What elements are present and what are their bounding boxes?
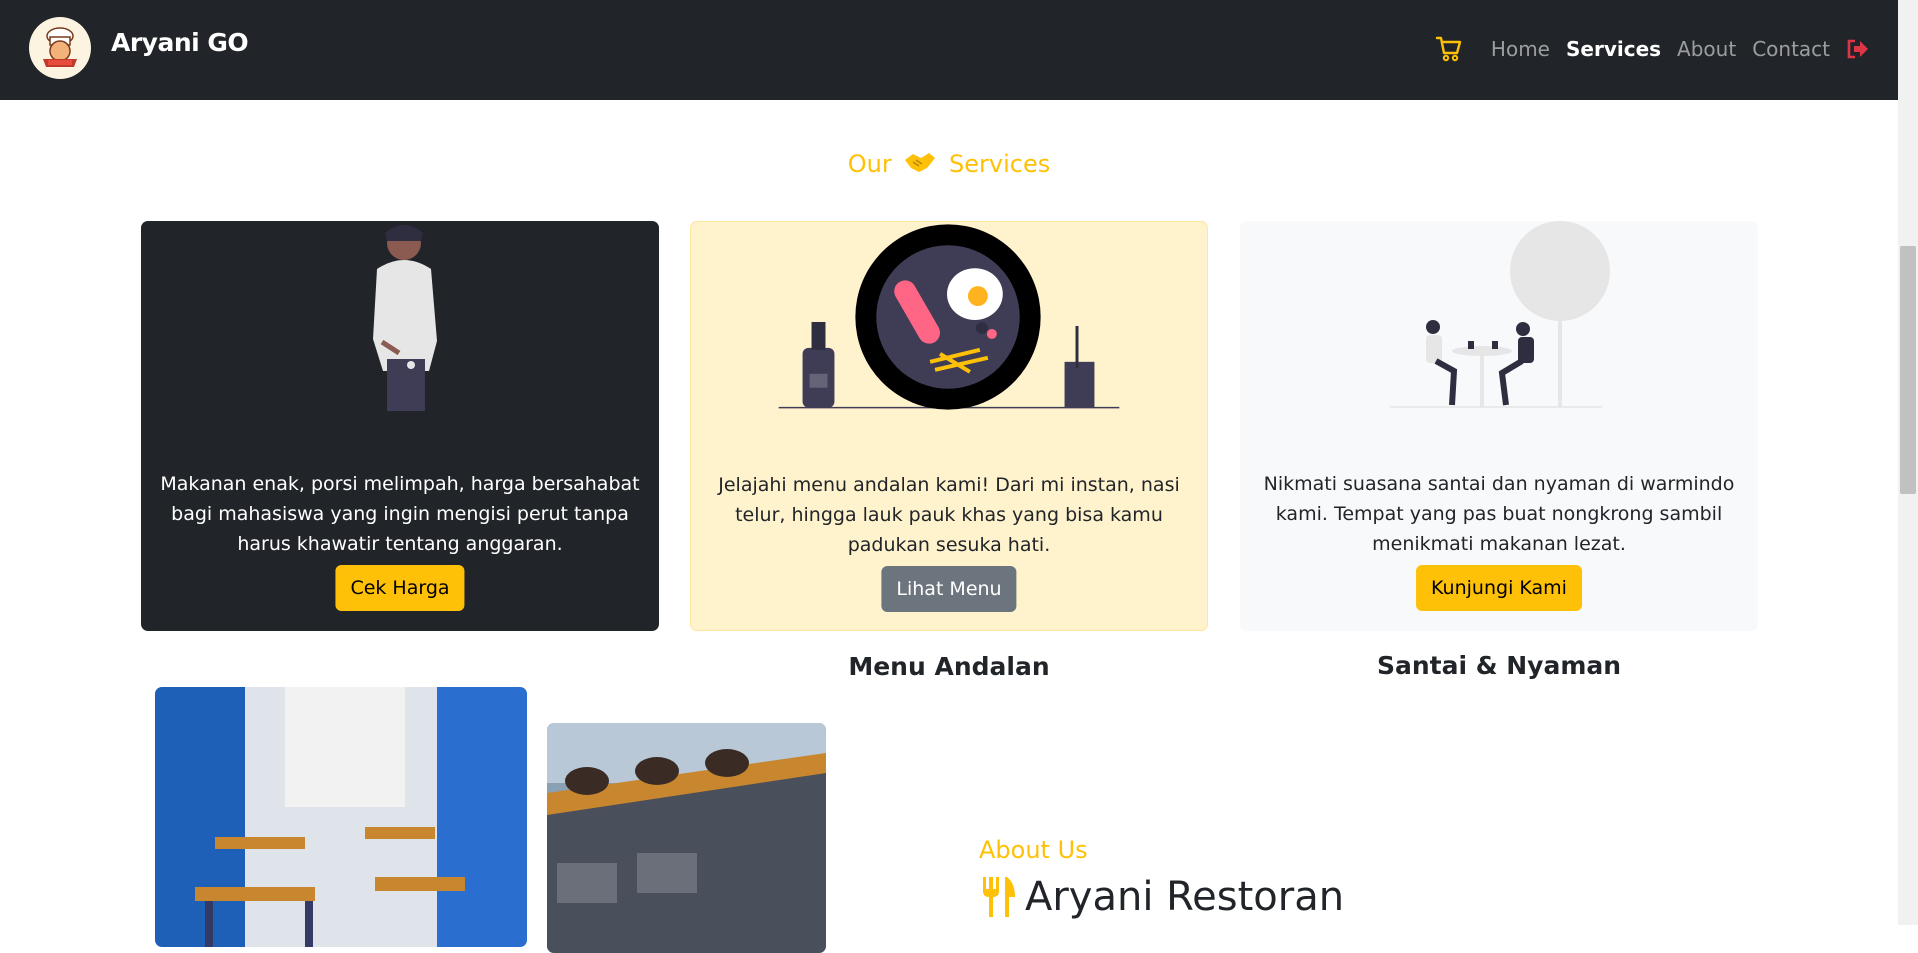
card-text: Jelajahi menu andalan kami! Dari mi inst… <box>718 474 1180 556</box>
service-card-santai: Santai & Nyaman Nikmati suasana santai d… <box>1240 221 1758 680</box>
card-title: Santai & Nyaman <box>1376 651 1622 680</box>
logout-icon[interactable] <box>1846 38 1870 60</box>
card-text: Nikmati suasana santai dan nyaman di war… <box>1263 473 1735 555</box>
nav-link-services[interactable]: Services <box>1566 37 1661 61</box>
lihat-menu-button[interactable]: Lihat Menu <box>881 566 1017 612</box>
service-card-harga: Harga Bersahabat Makanan enak, porsi mel… <box>141 221 659 680</box>
about-subtitle: About Us <box>979 836 1088 864</box>
about-title: Aryani Restoran <box>979 874 1344 920</box>
handshake-icon <box>903 150 937 182</box>
food-plate-illustration-icon <box>778 224 1120 410</box>
services-heading: Our Services <box>0 150 1898 182</box>
brand-logo[interactable] <box>29 17 91 79</box>
scrollbar-thumb[interactable] <box>1900 246 1916 494</box>
restaurant-interior-photo <box>155 687 527 947</box>
card-title: Menu Andalan <box>848 652 1050 681</box>
chef-logo-icon <box>30 18 90 78</box>
brand-name[interactable]: Aryani GO <box>111 28 249 57</box>
person-illustration-icon <box>373 225 437 411</box>
scrollbar-track[interactable] <box>1898 0 1918 925</box>
restaurant-interior-image <box>155 687 527 947</box>
nav-links: Home Services About Contact <box>1435 29 1870 69</box>
service-card-menu: Menu Andalan Jelajahi menu andalan kami!… <box>690 221 1208 681</box>
about-title-text: Aryani Restoran <box>1025 874 1345 920</box>
nav-link-about[interactable]: About <box>1677 37 1736 61</box>
card-text: Makanan enak, porsi melimpah, harga bers… <box>160 473 640 555</box>
services-heading-right: Services <box>949 150 1051 178</box>
nav-link-contact[interactable]: Contact <box>1752 37 1830 61</box>
navbar: Aryani GO Home Services About Contact <box>0 0 1898 100</box>
cafe-scene-illustration-icon <box>1390 221 1610 408</box>
cart-icon[interactable] <box>1435 34 1463 64</box>
food-display-image <box>547 723 826 953</box>
kunjungi-kami-button[interactable]: Kunjungi Kami <box>1416 565 1582 611</box>
nav-link-home[interactable]: Home <box>1491 37 1550 61</box>
services-heading-left: Our <box>847 150 892 178</box>
card-title: Harga Bersahabat <box>272 651 528 680</box>
food-display-photo <box>547 723 826 953</box>
cek-harga-button[interactable]: Cek Harga <box>335 565 465 611</box>
cutlery-icon <box>983 877 1015 917</box>
